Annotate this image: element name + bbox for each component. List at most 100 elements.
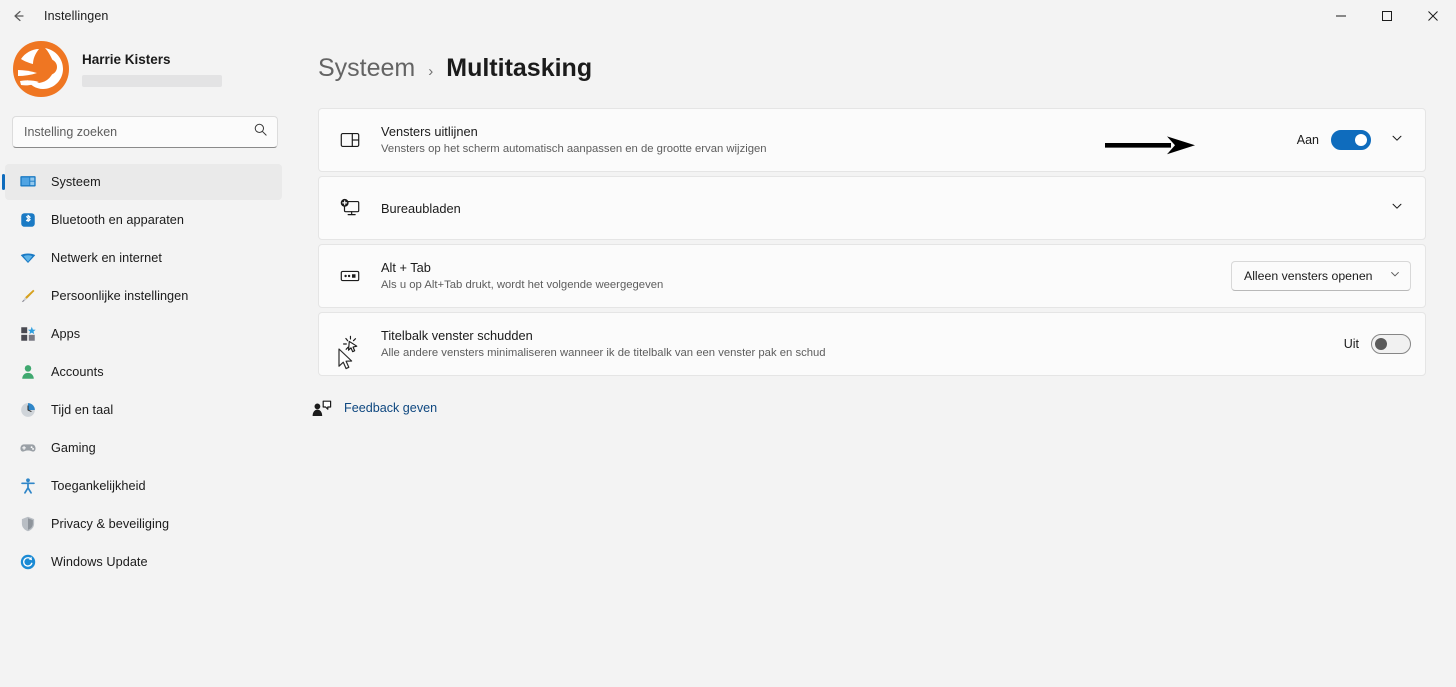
toggle-knob: [1355, 134, 1367, 146]
snap-layout-icon: [337, 127, 363, 153]
sidebar-item-netwerk-en-internet[interactable]: Netwerk en internet: [5, 240, 282, 276]
sidebar-item-label: Tijd en taal: [51, 403, 114, 417]
sidebar-item-label: Windows Update: [51, 555, 148, 569]
sidebar-item-privacy-beveiliging[interactable]: Privacy & beveiliging: [5, 506, 282, 542]
user-avatar-logo: [12, 40, 70, 98]
back-arrow-icon: [10, 8, 26, 24]
sidebar-item-toegankelijkheid[interactable]: Toegankelijkheid: [5, 468, 282, 504]
alt-tab-dropdown[interactable]: Alleen vensters openen: [1231, 261, 1411, 291]
card-text: Bureaubladen: [381, 200, 1381, 217]
sidebar-item-label: Accounts: [51, 365, 104, 379]
minimize-icon: [1335, 10, 1347, 22]
close-icon: [1427, 10, 1439, 22]
sidebar-item-gaming[interactable]: Gaming: [5, 430, 282, 466]
shield-icon: [18, 514, 38, 534]
card-controls: Uit: [1344, 334, 1411, 354]
app-title: Instellingen: [44, 9, 109, 23]
person-icon: [18, 362, 38, 382]
feedback-link[interactable]: Feedback geven: [344, 401, 437, 415]
sidebar-item-windows-update[interactable]: Windows Update: [5, 544, 282, 580]
card-text: Alt + Tab Als u op Alt+Tab drukt, wordt …: [381, 259, 1231, 293]
paintbrush-icon: [18, 286, 38, 306]
sidebar-item-bluetooth-en-apparaten[interactable]: Bluetooth en apparaten: [5, 202, 282, 238]
title-bar-shake-toggle[interactable]: [1371, 334, 1411, 354]
update-refresh-icon: [18, 552, 38, 572]
apps-grid-icon: [18, 324, 38, 344]
profile-section[interactable]: Harrie Kisters: [0, 32, 290, 104]
breadcrumb: Systeem › Multitasking: [318, 32, 1426, 108]
card-subtitle: Als u op Alt+Tab drukt, wordt het volgen…: [381, 279, 664, 291]
keyboard-icon: [337, 263, 363, 289]
shake-window-icon: [337, 331, 363, 357]
page-title: Multitasking: [446, 54, 593, 82]
card-title: Vensters uitlijnen: [381, 124, 478, 139]
feedback-person-icon: [310, 398, 334, 418]
chevron-down-icon: [1390, 199, 1404, 218]
expand-button[interactable]: [1383, 194, 1411, 222]
caption-buttons: [1318, 0, 1456, 32]
breadcrumb-parent[interactable]: Systeem: [318, 54, 415, 83]
card-subtitle: Vensters op het scherm automatisch aanpa…: [381, 143, 767, 155]
snap-windows-toggle[interactable]: [1331, 130, 1371, 150]
sidebar-item-label: Privacy & beveiliging: [51, 517, 170, 531]
profile-text: Harrie Kisters: [82, 52, 222, 87]
setting-card-bureaubladen[interactable]: Bureaubladen: [318, 176, 1426, 240]
back-button[interactable]: [0, 0, 36, 32]
sidebar-item-systeem[interactable]: Systeem: [5, 164, 282, 200]
gamepad-icon: [18, 438, 38, 458]
clock-icon: [18, 400, 38, 420]
settings-cards: Vensters uitlijnen Vensters op het scher…: [318, 108, 1426, 380]
expand-button[interactable]: [1383, 126, 1411, 154]
dropdown-selected-value: Alleen vensters openen: [1244, 269, 1373, 283]
minimize-button[interactable]: [1318, 0, 1364, 32]
sidebar-item-tijd-en-taal[interactable]: Tijd en taal: [5, 392, 282, 428]
setting-card-titelbalk-venster-schudden: Titelbalk venster schudden Alle andere v…: [318, 312, 1426, 376]
card-text: Vensters uitlijnen Vensters op het scher…: [381, 123, 1297, 157]
settings-window: Instellingen Harrie Kisters Instelling z…: [0, 0, 1456, 687]
sidebar-item-label: Toegankelijkheid: [51, 479, 146, 493]
setting-card-alt-tab: Alt + Tab Als u op Alt+Tab drukt, wordt …: [318, 244, 1426, 308]
card-subtitle: Alle andere vensters minimaliseren wanne…: [381, 347, 826, 359]
desktop-add-icon: [337, 195, 363, 221]
toggle-state-label: Uit: [1343, 337, 1359, 351]
chevron-down-icon: [1390, 131, 1404, 150]
card-controls: [1381, 194, 1411, 222]
close-button[interactable]: [1410, 0, 1456, 32]
setting-card-vensters-uitlijnen[interactable]: Vensters uitlijnen Vensters op het scher…: [318, 108, 1426, 172]
card-controls: Aan: [1297, 126, 1411, 154]
sidebar-nav: Systeem Bluetooth en apparaten Netwerk e…: [0, 158, 290, 687]
sidebar-item-label: Persoonlijke instellingen: [51, 289, 189, 303]
avatar: [10, 38, 72, 100]
main-content: Systeem › Multitasking Vensters uitlijne…: [290, 32, 1456, 687]
toggle-state-label: Aan: [1296, 133, 1319, 147]
sidebar-item-apps[interactable]: Apps: [5, 316, 282, 352]
card-controls: Alleen vensters openen: [1231, 261, 1411, 291]
chevron-down-icon: [1389, 267, 1401, 285]
card-text: Titelbalk venster schudden Alle andere v…: [381, 327, 1344, 361]
maximize-icon: [1381, 10, 1393, 22]
search-input[interactable]: [12, 116, 278, 148]
sidebar-item-label: Bluetooth en apparaten: [51, 213, 185, 227]
wifi-icon: [18, 248, 38, 268]
card-title: Alt + Tab: [381, 260, 431, 275]
breadcrumb-separator-icon: ›: [428, 63, 434, 80]
body: Harrie Kisters Instelling zoeken Systeem…: [0, 32, 1456, 687]
sidebar-item-accounts[interactable]: Accounts: [5, 354, 282, 390]
monitor-icon: [18, 172, 38, 192]
profile-name: Harrie Kisters: [82, 51, 171, 67]
feedback-link-row[interactable]: Feedback geven: [310, 396, 437, 420]
card-title: Bureaubladen: [381, 200, 461, 216]
toggle-knob: [1375, 338, 1387, 350]
sidebar-item-persoonlijke-instellingen[interactable]: Persoonlijke instellingen: [5, 278, 282, 314]
bluetooth-icon: [18, 210, 38, 230]
sidebar: Harrie Kisters Instelling zoeken Systeem…: [0, 32, 290, 687]
title-bar: Instellingen: [0, 0, 1456, 32]
sidebar-item-label: Apps: [51, 327, 81, 341]
card-title: Titelbalk venster schudden: [381, 328, 533, 343]
maximize-button[interactable]: [1364, 0, 1410, 32]
profile-email-redacted: [82, 74, 222, 87]
search-container: [12, 116, 278, 148]
accessibility-icon: [18, 476, 38, 496]
sidebar-item-label: Netwerk en internet: [51, 251, 162, 265]
sidebar-item-label: Systeem: [51, 175, 101, 189]
